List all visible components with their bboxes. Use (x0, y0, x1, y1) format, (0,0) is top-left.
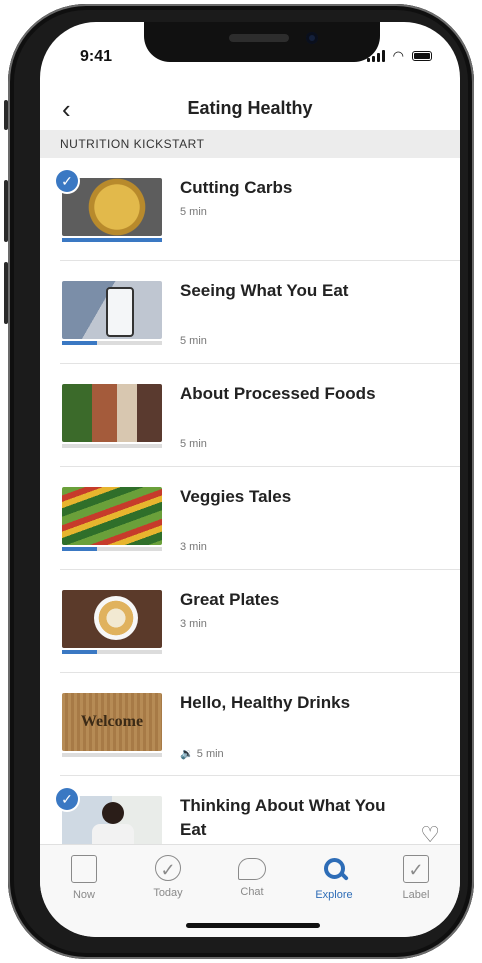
lesson-duration: 🔉 5 min (180, 748, 224, 760)
lesson-title: Seeing What You Eat (180, 281, 349, 300)
lesson-title: About Processed Foods (180, 384, 376, 403)
thumbnail-image: Welcome (62, 693, 162, 751)
thumbnail-image (62, 487, 162, 545)
thumbnail-image (62, 590, 162, 648)
chat-bubble-icon (238, 858, 266, 880)
progress-bar (62, 650, 162, 654)
notch (144, 22, 380, 62)
list-item[interactable]: ✓ Cutting Carbs 5 min (56, 158, 460, 261)
signal-icon (366, 50, 385, 62)
list-item[interactable]: Welcome Hello, Healthy Drinks 🔉 5 min (60, 673, 460, 776)
check-circle-icon: ✓ (155, 855, 181, 881)
wifi-icon: ◠ (392, 48, 404, 63)
lesson-list: ✓ Cutting Carbs 5 min Seeing What You Ea… (40, 158, 460, 878)
completed-check-icon: ✓ (56, 170, 78, 192)
tab-label: Now (72, 889, 95, 901)
search-icon (321, 855, 349, 883)
progress-bar (62, 238, 162, 242)
progress-bar (62, 547, 162, 551)
progress-bar (62, 444, 162, 448)
lesson-title: Cutting Carbs (180, 178, 293, 197)
mute-switch (4, 100, 8, 130)
thumbnail-image (62, 178, 162, 236)
lesson-duration: 5 min (180, 438, 207, 450)
thumbnail-image (62, 281, 162, 339)
tab-now[interactable]: Now (48, 855, 120, 901)
speaker (229, 34, 289, 42)
tab-label: Today (153, 887, 183, 899)
progress-bar (62, 341, 162, 345)
tab-bar: Now ✓ Today Chat Explore ✓ Label (40, 844, 460, 937)
volume-down-button (4, 262, 8, 324)
page-title: Eating Healthy (187, 98, 313, 118)
lesson-duration: 3 min (180, 618, 207, 630)
battery-icon (412, 51, 432, 61)
list-item[interactable]: About Processed Foods 5 min (60, 364, 460, 467)
status-time: 9:41 (80, 48, 113, 65)
list-item[interactable]: Great Plates 3 min (60, 570, 460, 673)
tab-chat[interactable]: Chat (216, 855, 288, 898)
camera (306, 32, 318, 44)
thumbnail-image (62, 384, 162, 442)
list-item[interactable]: Veggies Tales 3 min (60, 467, 460, 570)
list-item[interactable]: Seeing What You Eat 5 min (60, 261, 460, 364)
lesson-duration: 3 min (180, 541, 207, 553)
lesson-title: Thinking About What You Eat (180, 796, 386, 839)
tab-label: Label (402, 889, 430, 901)
doc-icon (71, 855, 97, 883)
lesson-title: Great Plates (180, 590, 280, 609)
tab-label-page[interactable]: ✓ Label (380, 855, 452, 901)
nav-header: ‹ Eating Healthy (40, 88, 460, 132)
lesson-title: Hello, Healthy Drinks (180, 693, 351, 712)
lesson-duration: 5 min (180, 335, 207, 347)
tab-explore[interactable]: Explore (298, 855, 370, 901)
completed-check-icon: ✓ (56, 788, 78, 810)
tab-today[interactable]: ✓ Today (132, 855, 204, 899)
lesson-title: Veggies Tales (180, 487, 292, 506)
lesson-duration: 5 min (180, 206, 207, 218)
app-screen: 9:41 ◠ ‹ Eating Healthy NUTRITION KICKST… (40, 22, 460, 937)
section-header: NUTRITION KICKSTART (40, 130, 460, 158)
audio-icon: 🔉 (180, 748, 194, 760)
volume-up-button (4, 180, 8, 242)
tab-label: Chat (240, 886, 264, 898)
status-icons: ◠ (366, 48, 432, 64)
doc-check-icon: ✓ (403, 855, 429, 883)
tab-label: Explore (315, 889, 353, 901)
home-indicator[interactable] (186, 923, 320, 928)
progress-bar (62, 753, 162, 757)
